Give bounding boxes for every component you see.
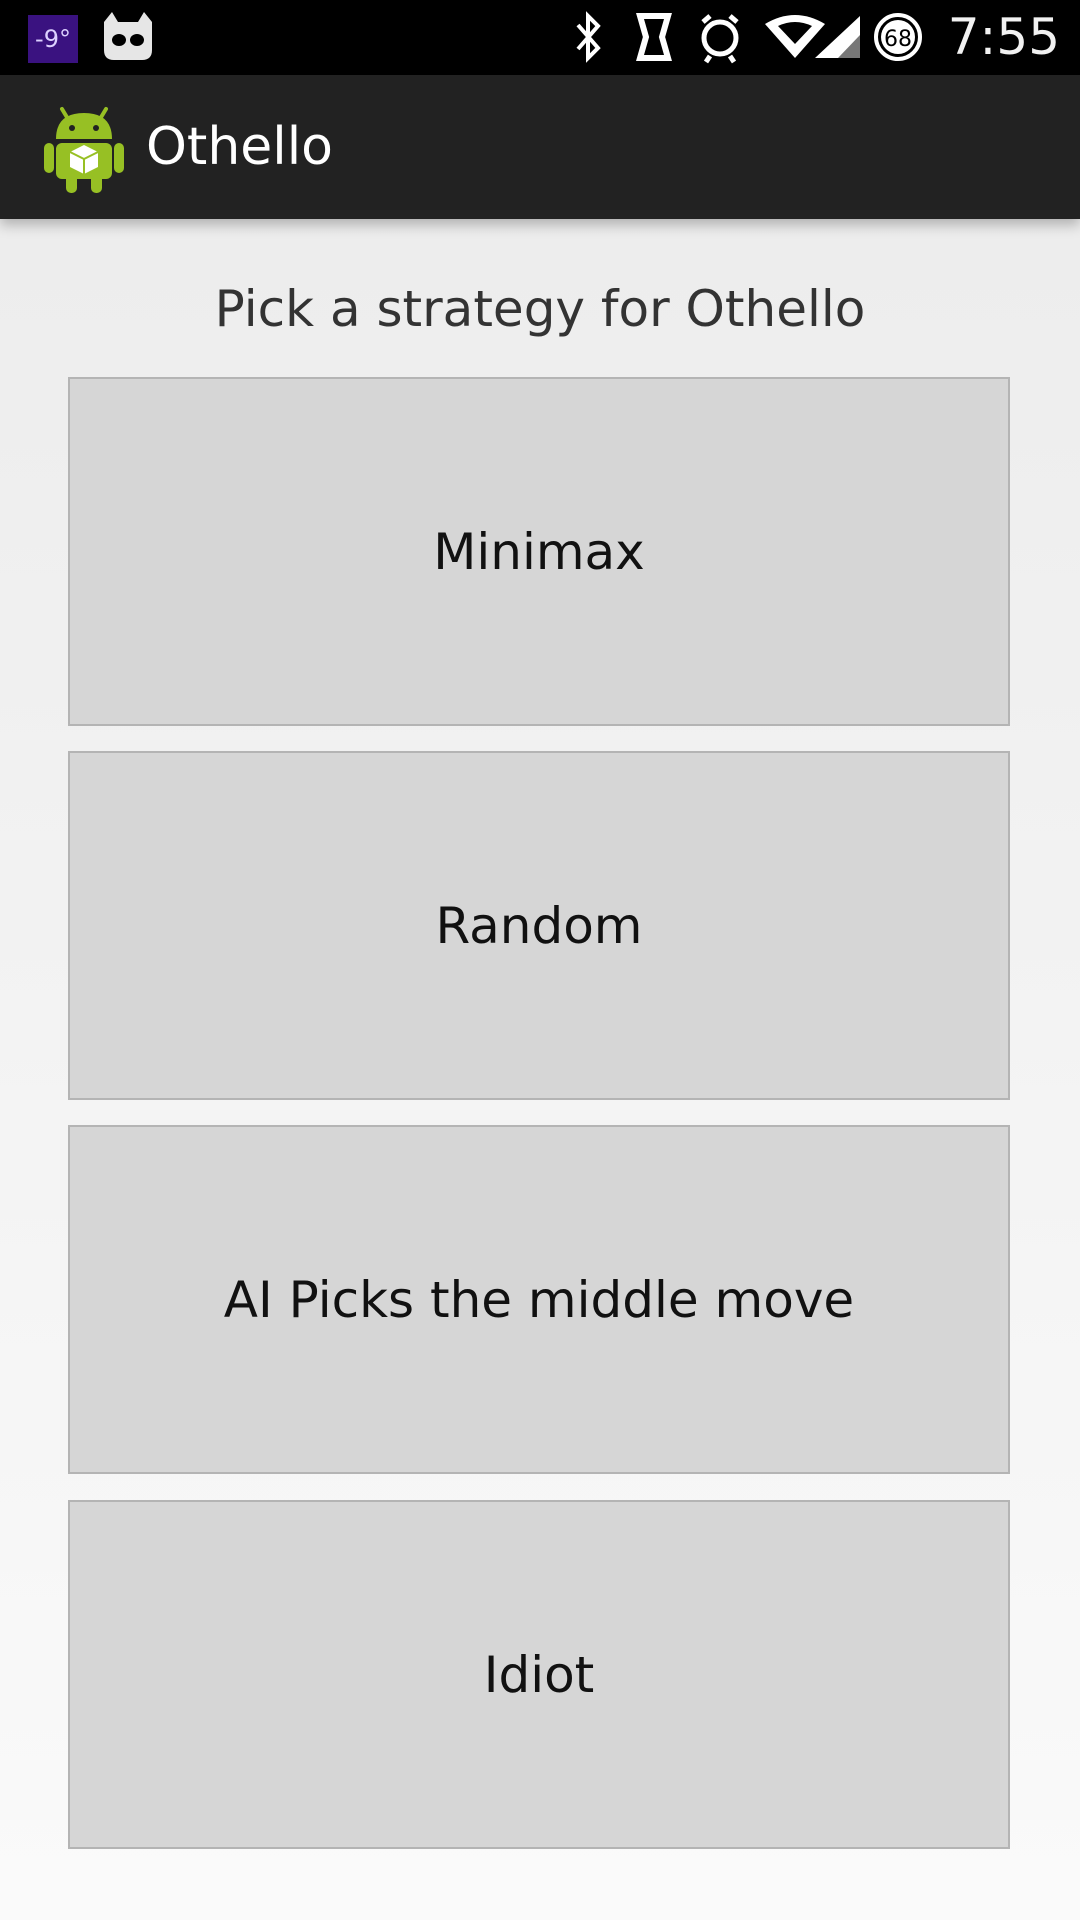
idiot-button[interactable]: Idiot <box>68 1500 1010 1849</box>
status-bar: -9° 68 7:55 <box>0 0 1080 75</box>
temperature-badge: -9° <box>28 15 78 63</box>
status-icons: 68 <box>576 11 922 64</box>
bluetooth-icon <box>576 11 601 63</box>
action-bar: Othello <box>0 75 1080 219</box>
middle-move-button[interactable]: AI Picks the middle move <box>68 1125 1010 1474</box>
minimax-button[interactable]: Minimax <box>68 377 1010 726</box>
random-button[interactable]: Random <box>68 751 1010 1100</box>
clock: 7:55 <box>947 8 1060 66</box>
battery-level: 68 <box>884 27 912 52</box>
strategy-prompt: Pick a strategy for Othello <box>214 280 866 338</box>
nfc-icon <box>636 13 672 61</box>
cyanogen-cat-icon <box>104 12 152 60</box>
android-app-icon[interactable] <box>44 101 124 193</box>
wifi-icon <box>765 15 825 58</box>
app-title: Othello <box>146 117 333 177</box>
alarm-icon <box>701 14 739 64</box>
